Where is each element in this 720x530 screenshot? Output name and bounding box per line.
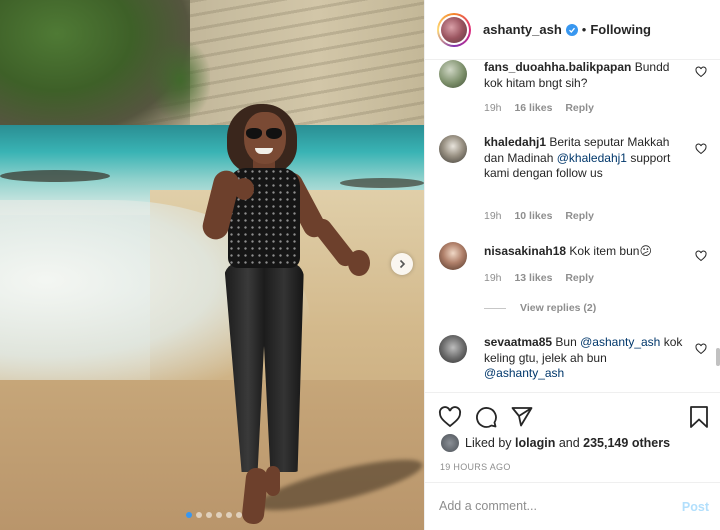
comment-meta: 19h 16 likes Reply [484, 102, 604, 114]
comment-time: 19h [484, 272, 502, 284]
view-replies-button[interactable]: View replies (2) [484, 302, 596, 314]
comment-meta: 19h 10 likes Reply [484, 210, 604, 222]
likes-summary: Liked by lolagin and 235,149 others [441, 434, 670, 452]
commenter-username[interactable]: fans_duoahha.balikpapan [484, 60, 631, 74]
heart-icon[interactable] [695, 143, 707, 155]
heart-icon[interactable] [438, 405, 462, 429]
chevron-right-icon [399, 259, 406, 269]
bookmark-icon[interactable] [687, 405, 711, 429]
comment-mention[interactable]: @ashanty_ash [580, 335, 660, 349]
post-comment-button[interactable]: Post [682, 500, 709, 514]
sand-foreground [0, 380, 424, 530]
add-comment-bar: Post [425, 482, 720, 530]
commenter-username[interactable]: khaledahj1 [484, 135, 546, 149]
carousel-dot [206, 512, 212, 518]
author-username[interactable]: ashanty_ash [483, 22, 562, 37]
heart-icon[interactable] [695, 343, 707, 355]
comment-text: sevaatma85 Bun @ashanty_ash kok keling g… [484, 335, 684, 382]
carousel-dots [186, 512, 242, 518]
likes-count[interactable]: 235,149 others [583, 436, 670, 450]
likes-middle: and [558, 436, 580, 450]
separator-dot: • [581, 22, 587, 37]
share-icon[interactable] [510, 405, 534, 429]
post-timestamp[interactable]: 19 HOURS AGO [440, 462, 511, 472]
comment-mention[interactable]: @khaledahj1 [557, 151, 627, 165]
commenter-avatar[interactable] [439, 242, 467, 270]
rocks-left [0, 170, 110, 182]
person-hand-right [348, 250, 370, 276]
reply-button[interactable]: Reply [565, 102, 594, 114]
comment-likes[interactable]: 13 likes [514, 272, 552, 284]
post-photo[interactable] [0, 0, 424, 530]
author-avatar[interactable] [437, 12, 471, 47]
commenter-username[interactable]: nisasakinah18 [484, 244, 566, 258]
heart-icon[interactable] [695, 66, 707, 78]
post-side-panel: ashanty_ash • Following fans_duoahha.bal… [424, 0, 720, 530]
comment-body: Kok item bun [569, 244, 640, 258]
comment-icon[interactable] [474, 405, 498, 429]
comment-meta: 19h 13 likes Reply [484, 272, 604, 284]
comment-text: nisasakinah18 Kok item bun😕 [484, 244, 684, 260]
commenter-username[interactable]: sevaatma85 [484, 335, 552, 349]
view-replies-label: View replies (2) [520, 302, 597, 314]
commenter-avatar[interactable] [439, 135, 467, 163]
person-fist [234, 178, 254, 200]
commenter-avatar[interactable] [439, 335, 467, 363]
liker-avatar[interactable] [441, 434, 459, 452]
carousel-dot [196, 512, 202, 518]
comment-mention-2[interactable]: @ashanty_ash [484, 366, 564, 380]
liker-username[interactable]: lolagin [515, 436, 555, 450]
carousel-dot [226, 512, 232, 518]
confused-emoji-icon: 😕 [639, 244, 652, 258]
likes-prefix: Liked by [465, 436, 512, 450]
rocks-right [340, 178, 424, 188]
comment-input[interactable] [439, 499, 659, 513]
reply-button[interactable]: Reply [565, 210, 594, 222]
next-slide-button[interactable] [391, 253, 413, 275]
comment-body: Bun [555, 335, 577, 349]
reply-button[interactable]: Reply [565, 272, 594, 284]
heart-icon[interactable] [695, 250, 707, 262]
verified-badge-icon [565, 23, 578, 36]
carousel-dot [186, 512, 192, 518]
comments-scrollbar[interactable] [716, 348, 720, 366]
comments-list: fans_duoahha.balikpapan Bundd kok hitam … [425, 60, 715, 392]
view-replies-line [484, 307, 506, 309]
commenter-avatar[interactable] [439, 60, 467, 88]
comment-text: khaledahj1 Berita seputar Makkah dan Mad… [484, 135, 684, 182]
comment-time: 19h [484, 102, 502, 114]
comment-likes[interactable]: 16 likes [514, 102, 552, 114]
follow-status-button[interactable]: Following [590, 22, 651, 37]
comment-time: 19h [484, 210, 502, 222]
person-foot-right [266, 466, 280, 496]
comment-likes[interactable]: 10 likes [514, 210, 552, 222]
comment-text: fans_duoahha.balikpapan Bundd kok hitam … [484, 60, 684, 91]
carousel-dot [216, 512, 222, 518]
post-header: ashanty_ash • Following [425, 0, 720, 60]
vegetation-bush [150, 40, 210, 120]
sunglasses [246, 128, 284, 139]
carousel-dot [236, 512, 242, 518]
